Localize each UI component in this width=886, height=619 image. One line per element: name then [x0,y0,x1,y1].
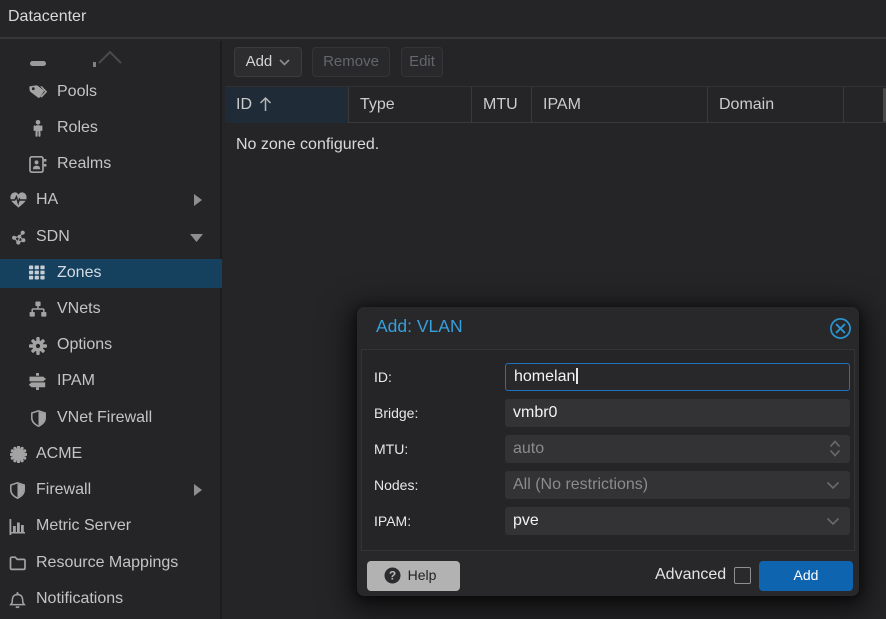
svg-text:?: ? [388,568,395,582]
